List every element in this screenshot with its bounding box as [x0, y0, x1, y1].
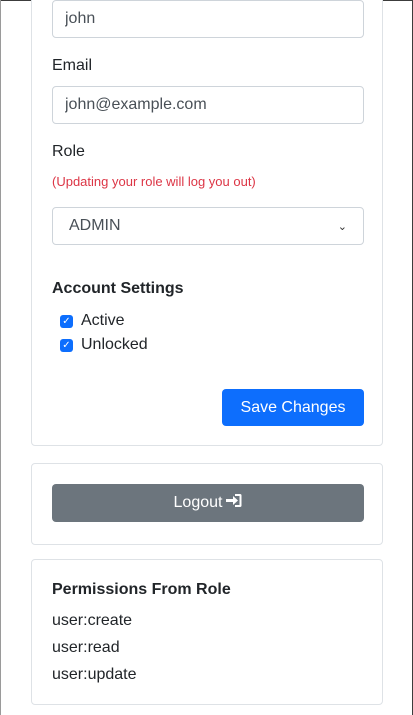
active-checkbox-label: Active: [81, 312, 125, 329]
role-select[interactable]: ADMIN ⌄: [52, 207, 364, 245]
permission-item: user:read: [52, 639, 120, 656]
username-field[interactable]: [52, 0, 364, 38]
window-left-border: [0, 0, 1, 715]
logout-card: Logout: [31, 463, 383, 545]
logout-button[interactable]: Logout: [52, 484, 364, 522]
active-checkbox-row[interactable]: ✓ Active: [60, 312, 125, 330]
unlocked-checkbox-label: Unlocked: [81, 336, 148, 353]
save-changes-button[interactable]: Save Changes: [222, 389, 364, 426]
account-settings-heading: Account Settings: [52, 280, 184, 297]
chevron-down-icon: ⌄: [337, 220, 347, 233]
email-label: Email: [52, 57, 93, 74]
role-warning-text: (Updating your role will log you out): [52, 174, 256, 189]
active-checkbox[interactable]: ✓: [60, 314, 73, 328]
sign-in-icon: [226, 493, 242, 513]
permission-item: user:create: [52, 612, 133, 629]
email-field[interactable]: [52, 86, 364, 124]
unlocked-checkbox-row[interactable]: ✓ Unlocked: [60, 336, 148, 354]
permissions-card: Permissions From Role user:create user:r…: [31, 559, 383, 705]
permission-item: user:update: [52, 666, 137, 683]
role-select-value: ADMIN: [69, 217, 121, 234]
permissions-heading: Permissions From Role: [52, 581, 231, 598]
profile-form-card: Email Role (Updating your role will log …: [31, 0, 383, 446]
role-label: Role: [52, 143, 85, 160]
unlocked-checkbox[interactable]: ✓: [60, 338, 73, 352]
logout-button-label: Logout: [173, 494, 223, 511]
